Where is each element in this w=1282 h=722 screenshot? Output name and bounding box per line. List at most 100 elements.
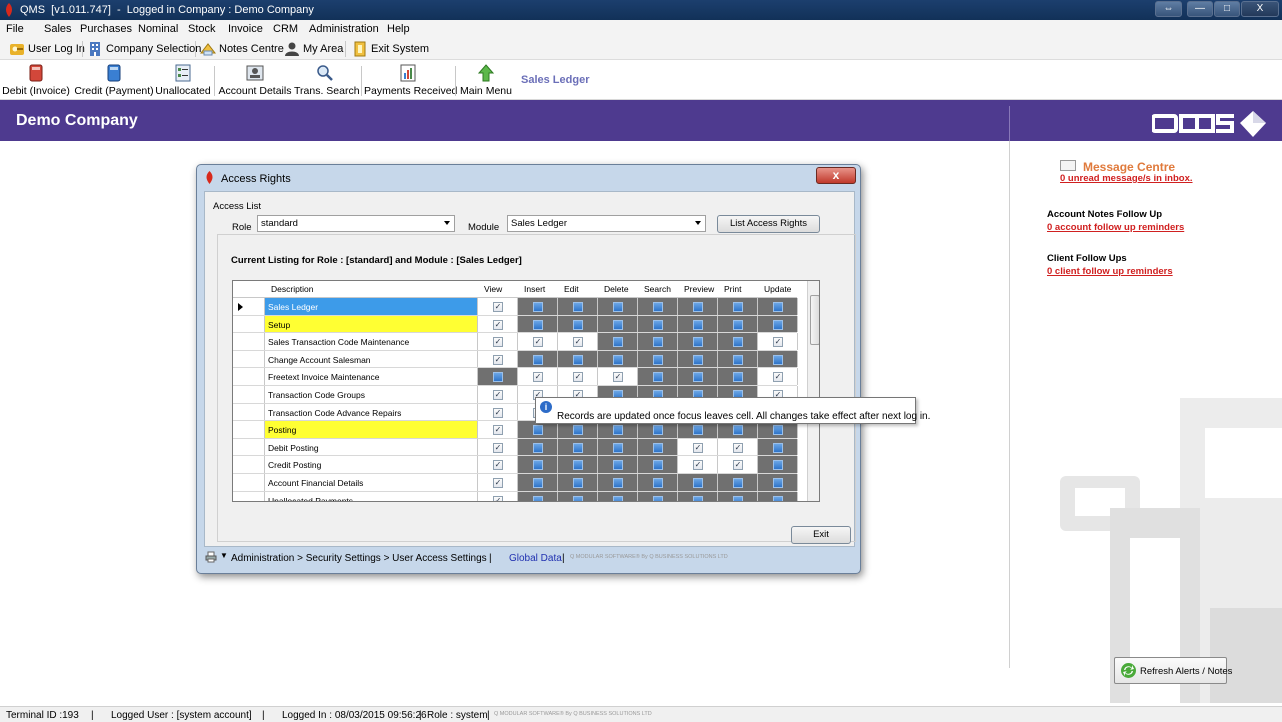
checked-checkbox[interactable]: ✓ — [493, 302, 503, 312]
permission-cell[interactable] — [758, 491, 798, 501]
permission-cell[interactable] — [518, 350, 558, 368]
permission-cell[interactable]: ✓ — [478, 421, 518, 438]
table-row[interactable]: Sales Ledger ✓ — [233, 298, 798, 316]
refresh-alerts-button[interactable]: Refresh Alerts / Notes — [1114, 657, 1232, 684]
disabled-checkbox[interactable] — [773, 302, 783, 312]
disabled-checkbox[interactable] — [773, 319, 783, 330]
disabled-checkbox[interactable] — [773, 478, 783, 488]
disabled-checkbox[interactable] — [773, 425, 783, 436]
disabled-checkbox[interactable] — [733, 337, 743, 348]
role-select[interactable]: standard — [257, 215, 455, 232]
table-row[interactable]: Setup ✓ — [233, 315, 798, 334]
checked-checkbox[interactable]: ✓ — [573, 372, 583, 383]
permission-cell[interactable] — [718, 350, 758, 368]
module-select[interactable]: Sales Ledger — [507, 215, 706, 232]
permission-cell[interactable] — [518, 456, 558, 473]
permission-cell[interactable] — [558, 474, 598, 491]
permission-cell[interactable]: ✓ — [518, 333, 558, 350]
disabled-checkbox[interactable] — [613, 337, 623, 348]
row-header[interactable] — [233, 315, 265, 333]
permission-cell[interactable]: ✓ — [478, 350, 518, 368]
table-row[interactable]: Account Financial Details ✓ — [233, 474, 798, 492]
table-row[interactable]: Sales Transaction Code Maintenance ✓ ✓ ✓ ✓ — [233, 333, 798, 351]
column-header[interactable]: Insert — [524, 284, 545, 294]
disabled-checkbox[interactable] — [653, 337, 663, 348]
table-row[interactable]: Debit Posting ✓ ✓ ✓ — [233, 438, 798, 457]
unallocated-button[interactable]: Unallocated — [155, 62, 211, 98]
disabled-checkbox[interactable] — [733, 372, 743, 383]
permission-cell[interactable] — [758, 298, 798, 315]
table-row[interactable]: Freetext Invoice Maintenance ✓ ✓ ✓ ✓ — [233, 368, 798, 386]
permission-cell[interactable] — [598, 315, 638, 333]
permission-cell[interactable]: ✓ — [478, 298, 518, 315]
disabled-checkbox[interactable] — [773, 354, 783, 365]
permission-cell[interactable] — [558, 438, 598, 456]
disabled-checkbox[interactable] — [573, 460, 583, 471]
disabled-checkbox[interactable] — [693, 478, 703, 488]
disabled-checkbox[interactable] — [613, 425, 623, 436]
client-follow-up-link[interactable]: 0 client follow up reminders — [1047, 266, 1173, 277]
permission-cell[interactable]: ✓ — [678, 438, 718, 456]
permission-cell[interactable]: ✓ — [598, 368, 638, 385]
disabled-checkbox[interactable] — [533, 478, 543, 488]
column-header[interactable]: Delete — [604, 284, 629, 294]
permission-cell[interactable] — [598, 474, 638, 491]
disabled-checkbox[interactable] — [653, 372, 663, 383]
menu-help[interactable]: Help — [387, 23, 410, 35]
disabled-checkbox[interactable] — [653, 478, 663, 488]
permission-cell[interactable]: ✓ — [478, 403, 518, 421]
row-header[interactable] — [233, 491, 265, 501]
checked-checkbox[interactable]: ✓ — [493, 319, 503, 330]
permission-cell[interactable] — [638, 298, 678, 315]
permission-cell[interactable]: ✓ — [478, 438, 518, 456]
minimize-button[interactable]: — — [1187, 1, 1213, 17]
permission-cell[interactable] — [678, 298, 718, 315]
main-menu-button[interactable]: Main Menu — [458, 62, 514, 98]
checked-checkbox[interactable]: ✓ — [613, 372, 623, 383]
row-description[interactable]: Debit Posting — [265, 438, 478, 456]
menu-sales[interactable]: Sales — [44, 23, 72, 35]
payments-received-button[interactable]: Payments Received — [364, 62, 457, 98]
user-log-in-button[interactable]: User Log In — [9, 40, 85, 58]
checked-checkbox[interactable]: ✓ — [493, 495, 503, 501]
permission-cell[interactable]: ✓ — [718, 456, 758, 473]
menu-administration[interactable]: Administration — [309, 23, 379, 35]
row-header[interactable] — [233, 368, 265, 385]
permission-cell[interactable] — [558, 315, 598, 333]
checked-checkbox[interactable]: ✓ — [533, 337, 543, 348]
dialog-close-button[interactable]: x — [816, 167, 856, 184]
checked-checkbox[interactable]: ✓ — [493, 337, 503, 348]
disabled-checkbox[interactable] — [653, 354, 663, 365]
permission-cell[interactable] — [558, 491, 598, 501]
disabled-checkbox[interactable] — [493, 372, 503, 383]
disabled-checkbox[interactable] — [573, 442, 583, 453]
row-header[interactable] — [233, 333, 265, 350]
checked-checkbox[interactable]: ✓ — [693, 460, 703, 471]
permission-cell[interactable] — [598, 333, 638, 350]
permission-cell[interactable] — [638, 456, 678, 473]
permission-cell[interactable]: ✓ — [518, 368, 558, 385]
permission-cell[interactable] — [518, 491, 558, 501]
company-selection-button[interactable]: Company Selection — [87, 40, 201, 58]
disabled-checkbox[interactable] — [693, 337, 703, 348]
checked-checkbox[interactable]: ✓ — [573, 337, 583, 348]
row-header[interactable] — [233, 421, 265, 438]
unread-messages-link[interactable]: 0 unread message/s in inbox. — [1060, 173, 1193, 184]
disabled-checkbox[interactable] — [533, 425, 543, 436]
permission-cell[interactable] — [718, 474, 758, 491]
disabled-checkbox[interactable] — [693, 495, 703, 501]
column-header[interactable]: Print — [724, 284, 741, 294]
row-description[interactable]: Change Account Salesman — [265, 350, 478, 368]
disabled-checkbox[interactable] — [773, 460, 783, 471]
menu-crm[interactable]: CRM — [273, 23, 298, 35]
menu-stock[interactable]: Stock — [188, 23, 216, 35]
disabled-checkbox[interactable] — [773, 442, 783, 453]
disabled-checkbox[interactable] — [693, 354, 703, 365]
column-header[interactable]: Preview — [684, 284, 714, 294]
checked-checkbox[interactable]: ✓ — [493, 425, 503, 436]
permission-cell[interactable]: ✓ — [718, 438, 758, 456]
permission-cell[interactable] — [598, 456, 638, 473]
disabled-checkbox[interactable] — [653, 460, 663, 471]
disabled-checkbox[interactable] — [733, 354, 743, 365]
disabled-checkbox[interactable] — [573, 302, 583, 312]
